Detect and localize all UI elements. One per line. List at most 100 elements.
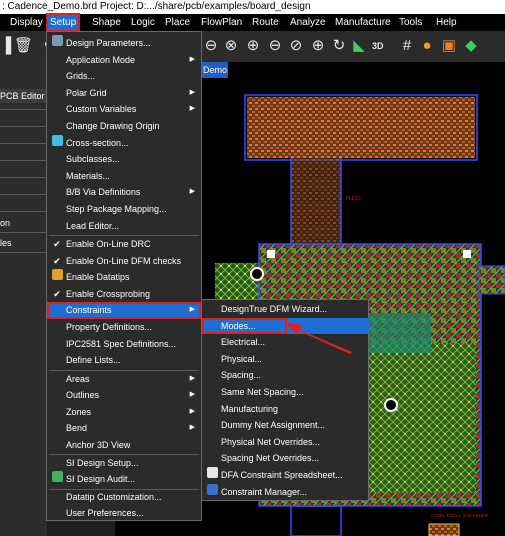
menu-item-modes[interactable]: Modes... — [202, 317, 287, 335]
menu-analyze[interactable]: Analyze — [290, 14, 326, 31]
submenu-arrow-icon: ▶ — [189, 391, 195, 399]
menu-flowplan[interactable]: FlowPlan — [201, 14, 242, 31]
window-title-bar: : Cadence_Demo.brd Project: D:.../share/… — [0, 0, 505, 14]
panel-divider — [0, 252, 47, 253]
menu-help[interactable]: Help — [436, 14, 457, 31]
cross-section-icon — [51, 134, 63, 152]
arrow-shape-icon — [284, 322, 352, 354]
zoom-fit-icon[interactable]: ⊖ — [202, 37, 220, 55]
menu-item-materials[interactable]: Materials... — [47, 168, 201, 185]
design-parameters-icon — [51, 35, 63, 52]
submenu-arrow-icon: ▶ — [189, 55, 195, 63]
panel-label[interactable]: les — [0, 238, 12, 248]
zoom-previous-icon[interactable]: ⊘ — [287, 37, 305, 55]
constraint-manager-icon — [206, 483, 218, 501]
menu-tools[interactable]: Tools — [399, 14, 422, 31]
menu-item-grids[interactable]: Grids... — [47, 68, 201, 85]
menu-display[interactable]: Display — [10, 14, 43, 31]
si-audit-icon — [51, 471, 63, 488]
shadow-mode-icon[interactable]: ▣ — [440, 37, 458, 55]
menu-item-constraints[interactable]: Constraints ▶ — [47, 302, 201, 319]
menu-item-si-design-audit[interactable]: SI Design Audit... — [47, 471, 201, 488]
menu-item-si-design-setup[interactable]: SI Design Setup... — [47, 455, 201, 472]
trash-icon[interactable]: 🗑 — [14, 37, 33, 55]
toolbar-icon-partial[interactable]: ▐ — [0, 37, 15, 55]
zoom-window-icon[interactable]: ⊗ — [222, 37, 240, 55]
menu-shape[interactable]: Shape — [92, 14, 121, 31]
submenu-arrow-icon: ▶ — [189, 88, 195, 96]
menu-item-property-definitions[interactable]: Property Definitions... — [47, 319, 201, 336]
layer-visibility-icon[interactable]: ◆ — [462, 37, 480, 55]
menu-item-areas[interactable]: Areas ▶ — [47, 371, 201, 388]
menu-item-physical-net-overrides[interactable]: Physical Net Overrides... — [202, 434, 368, 451]
submenu-arrow-icon: ▶ — [189, 374, 195, 382]
menu-logic[interactable]: Logic — [131, 14, 155, 31]
menu-place[interactable]: Place — [165, 14, 190, 31]
submenu-arrow-icon: ▶ — [189, 424, 195, 432]
fiducial-marker — [463, 250, 471, 258]
submenu-arrow-icon: ▶ — [189, 306, 195, 314]
bottom-flex-outline — [290, 505, 342, 536]
mounting-hole — [250, 267, 264, 281]
grid-icon[interactable]: # — [398, 37, 416, 55]
annotation-arrow — [284, 322, 352, 354]
menu-item-same-net-spacing[interactable]: Same Net Spacing... — [202, 384, 368, 401]
menu-item-custom-variables[interactable]: Custom Variables ▶ — [47, 101, 201, 118]
menu-item-dummy-net-assignment[interactable]: Dummy Net Assignment... — [202, 417, 368, 434]
menu-item-bb-via-definitions[interactable]: B/B Via Definitions ▶ — [47, 184, 201, 201]
menu-item-bend[interactable]: Bend ▶ — [47, 420, 201, 437]
panel-divider — [0, 211, 47, 212]
zoom-in-icon[interactable]: ⊕ — [244, 37, 262, 55]
menu-item-ipc2581-spec[interactable]: IPC2581 Spec Definitions... — [47, 336, 201, 353]
menu-item-enable-online-drc[interactable]: ✔ Enable On-Line DRC — [47, 236, 201, 253]
menu-item-change-drawing-origin[interactable]: Change Drawing Origin — [47, 118, 201, 135]
menu-item-application-mode[interactable]: Application Mode ▶ — [47, 52, 201, 69]
menu-item-enable-crossprobing[interactable]: ✔ Enable Crossprobing — [47, 286, 201, 303]
menu-item-lead-editor[interactable]: Lead Editor... — [47, 218, 201, 235]
menu-item-spacing[interactable]: Spacing... — [202, 367, 368, 384]
menu-item-outlines[interactable]: Outlines ▶ — [47, 387, 201, 404]
menu-item-spacing-net-overrides[interactable]: Spacing Net Overrides... — [202, 450, 368, 467]
panel-divider — [0, 232, 47, 233]
menu-item-subclasses[interactable]: Subclasses... — [47, 151, 201, 168]
checkmark-icon: ✔ — [53, 288, 61, 299]
menu-item-dfa-constraint-spreadsheet[interactable]: DFA Constraint Spreadsheet... — [202, 467, 368, 484]
checkmark-icon: ✔ — [53, 239, 61, 249]
mounting-hole — [384, 398, 398, 412]
menu-item-enable-online-dfm[interactable]: ✔ Enable On-Line DFM checks — [47, 253, 201, 270]
submenu-arrow-icon: ▶ — [189, 105, 195, 113]
checkmark-icon: ✔ — [53, 255, 61, 266]
menu-item-define-lists[interactable]: Define Lists... — [47, 352, 201, 369]
silk-label-flex: FLEX1 — [346, 196, 362, 202]
view-3d-button[interactable]: 3D — [372, 41, 384, 51]
menu-item-enable-datatips[interactable]: Enable Datatips — [47, 269, 201, 286]
menu-item-design-parameters[interactable]: Design Parameters... — [47, 35, 201, 52]
redraw-icon[interactable]: ↻ — [330, 37, 348, 55]
flip-board-icon[interactable]: ◣ — [350, 37, 368, 55]
menu-item-user-preferences[interactable]: User Preferences... — [47, 505, 201, 522]
menu-item-zones[interactable]: Zones ▶ — [47, 404, 201, 421]
menu-item-datatip-customization[interactable]: Datatip Customization... — [47, 489, 201, 506]
panel-header: PCB Editor — [0, 89, 47, 103]
menu-item-constraint-manager[interactable]: Constraint Manager... — [202, 483, 368, 501]
menu-route[interactable]: Route — [252, 14, 279, 31]
menu-item-cross-section[interactable]: Cross-section... — [47, 134, 201, 152]
stiffener-area — [428, 523, 460, 536]
fiducial-marker — [267, 250, 275, 258]
menu-item-step-package-mapping[interactable]: Step Package Mapping... — [47, 201, 201, 218]
setup-menu: Design Parameters... Application Mode ▶ G… — [46, 31, 202, 521]
menu-item-manufacturing[interactable]: Manufacturing — [202, 401, 368, 418]
menu-item-anchor-3d-view[interactable]: Anchor 3D View — [47, 437, 201, 454]
zoom-world-icon[interactable]: ⊕ — [309, 37, 327, 55]
menu-item-polar-grid[interactable]: Polar Grid ▶ — [47, 85, 201, 102]
zoom-out-icon[interactable]: ⊖ — [266, 37, 284, 55]
menu-manufacture[interactable]: Manufacture — [335, 14, 391, 31]
menu-bar: Display Setup Shape Logic Place FlowPlan… — [0, 13, 505, 32]
design-tab[interactable]: Demo — [201, 62, 228, 78]
silk-label-stiffener: CONN_FLEX1_STIFFENER — [431, 513, 489, 518]
board-right-connector — [478, 265, 505, 295]
panel-label[interactable]: on — [0, 218, 10, 228]
flex-copper-area — [247, 97, 475, 158]
menu-setup[interactable]: Setup — [45, 13, 81, 32]
color-dialog-icon[interactable]: ● — [418, 37, 436, 55]
